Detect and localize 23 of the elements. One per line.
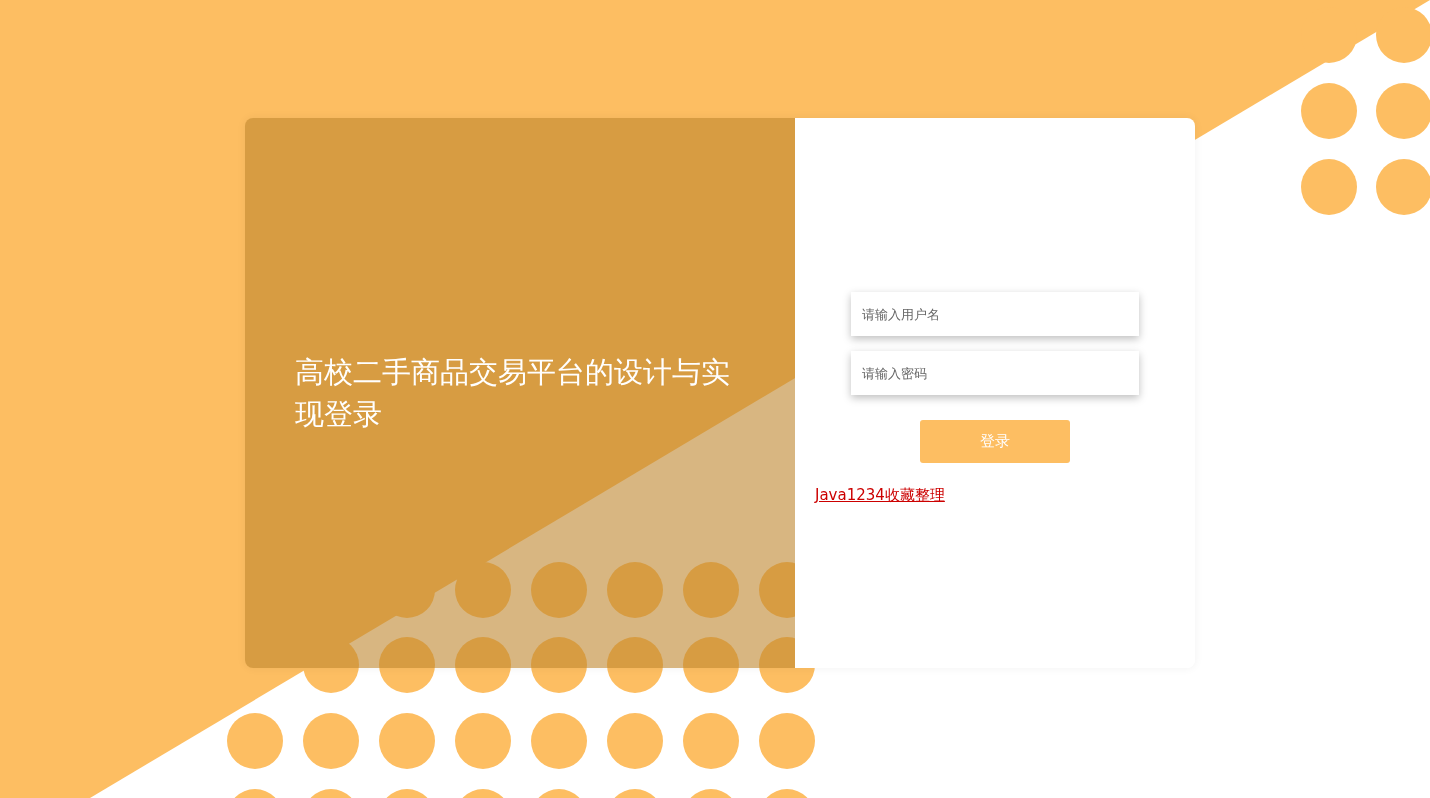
- decorative-dot: [683, 713, 739, 769]
- decorative-dot: [531, 713, 587, 769]
- decorative-dot: [455, 637, 511, 693]
- decorative-dot: [379, 637, 435, 693]
- decorative-dot: [1301, 159, 1357, 215]
- decorative-dot: [607, 637, 663, 693]
- decorative-dot: [759, 713, 815, 769]
- password-field[interactable]: 请输入密码: [851, 351, 1139, 395]
- decorative-dot: [683, 562, 739, 618]
- decorative-dot: [379, 713, 435, 769]
- decorative-dot: [683, 637, 739, 693]
- decorative-dot: [1301, 83, 1357, 139]
- decorative-dot: [531, 637, 587, 693]
- decorative-dot: [455, 562, 511, 618]
- decorative-dot: [607, 562, 663, 618]
- decorative-dot: [531, 562, 587, 618]
- decorative-dot: [607, 713, 663, 769]
- source-link[interactable]: Java1234收藏整理: [815, 486, 945, 505]
- username-field[interactable]: 请输入用户名: [851, 292, 1139, 336]
- decorative-dot: [455, 713, 511, 769]
- page-title: 高校二手商品交易平台的设计与实现登录: [295, 354, 731, 433]
- decorative-dot: [303, 713, 359, 769]
- decorative-dot: [227, 713, 283, 769]
